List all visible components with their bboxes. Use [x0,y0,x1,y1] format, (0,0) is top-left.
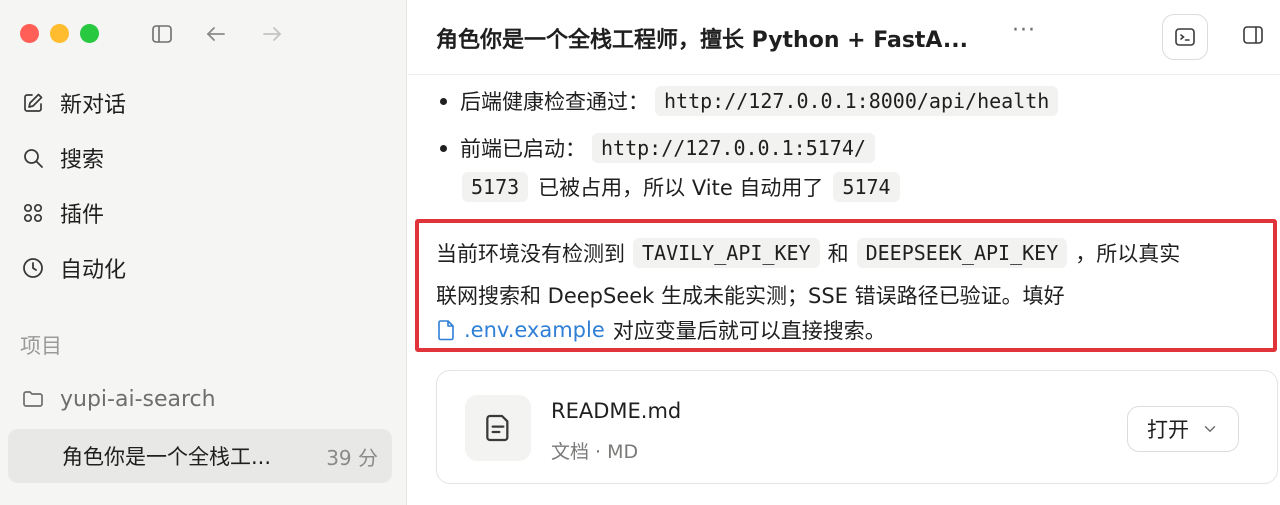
forward-arrow-icon[interactable] [258,20,286,48]
port-note: 5173 已被占用，所以 Vite 自动用了 5174 [462,172,900,202]
inline-code: http://127.0.0.1:5174/ [592,133,875,163]
grid-icon [20,200,46,226]
sidebar-item-label: 搜索 [60,148,105,173]
file-meta: 文档 · MD [551,441,639,463]
sidebar-item-label: 新对话 [60,93,127,118]
close-window-button[interactable] [20,24,39,43]
inline-code: DEEPSEEK_API_KEY [856,238,1068,268]
sidebar-toggle-icon[interactable] [148,20,176,48]
env-example-link[interactable]: .env.example [436,318,605,342]
folder-icon [20,386,46,412]
minimize-window-button[interactable] [50,24,69,43]
inline-code: 5174 [833,172,900,202]
conversation-item-active[interactable]: 角色你是一个全栈工... 39 分 [8,429,392,483]
list-item-frontend: 前端已启动： http://127.0.0.1:5174/ [440,133,875,163]
open-button-label: 打开 [1147,418,1189,442]
env-note-line-2: 联网搜索和 DeepSeek 生成未能实测；SSE 错误路径已验证。填好 [436,284,1065,308]
text: 对应变量后就可以直接搜索。 [612,319,886,343]
list-item-text: 前端已启动： [460,137,586,161]
sidebar-item-plugins[interactable]: 插件 [20,196,104,230]
clock-icon [20,255,46,281]
bullet-dot [440,144,447,152]
terminal-icon [1175,28,1195,46]
zoom-window-button[interactable] [80,24,99,43]
chevron-down-icon [1204,426,1216,433]
chat-title: 角色你是一个全栈工程师，擅长 Python + FastA... [436,28,968,53]
list-item-text: 后端健康检查通过： [460,90,649,114]
open-button[interactable]: 打开 [1127,406,1239,452]
list-item-backend: 后端健康检查通过： http://127.0.0.1:8000/api/heal… [440,86,1059,116]
inline-code: TAVILY_API_KEY [633,238,820,268]
projects-section-label: 项目 [20,334,62,358]
back-arrow-icon[interactable] [202,20,230,48]
window-controls [20,24,99,43]
search-icon [20,145,46,171]
sidebar: 新对话 搜索 插件 自动化 项目 yupi-ai-search 角色你是一个全栈… [0,0,407,505]
document-icon [465,395,531,461]
file-card[interactable]: README.md 文档 · MD 打开 [436,370,1278,484]
bullet-dot [440,97,447,105]
sidebar-item-new-chat[interactable]: 新对话 [20,86,126,120]
sidebar-item-automation[interactable]: 自动化 [20,251,126,285]
text: 当前环境没有检测到 [436,242,625,266]
sidebar-item-label: 自动化 [60,258,127,283]
file-icon [438,320,454,341]
env-note-line-1: 当前环境没有检测到 TAVILY_API_KEY 和 DEEPSEEK_API_… [436,238,1180,268]
project-label: yupi-ai-search [60,386,216,412]
more-options-button[interactable]: ··· [1012,18,1036,43]
file-name: README.md [551,399,682,423]
terminal-button[interactable] [1162,14,1208,60]
env-note-line-3: .env.example 对应变量后就可以直接搜索。 [436,315,886,345]
edit-icon [20,90,46,116]
conversation-title: 角色你是一个全栈工... [62,445,272,469]
conversation-time: 39 分 [326,445,378,470]
sidebar-item-label: 插件 [60,203,105,228]
project-item[interactable]: yupi-ai-search [20,382,216,416]
inline-code: 5173 [462,172,529,202]
link-label: .env.example [464,318,605,342]
sidebar-item-search[interactable]: 搜索 [20,141,104,175]
main-panel: 角色你是一个全栈工程师，擅长 Python + FastA... ··· 后端健… [408,0,1280,505]
inline-code: http://127.0.0.1:8000/api/health [655,86,1059,116]
chat-header: 角色你是一个全栈工程师，擅长 Python + FastA... ··· [408,0,1280,75]
text: 和 [827,242,849,266]
text: ，所以真实 [1075,242,1181,266]
right-panel-toggle-icon[interactable] [1238,20,1268,50]
port-note-text: 已被占用，所以 Vite 自动用了 [538,176,824,200]
